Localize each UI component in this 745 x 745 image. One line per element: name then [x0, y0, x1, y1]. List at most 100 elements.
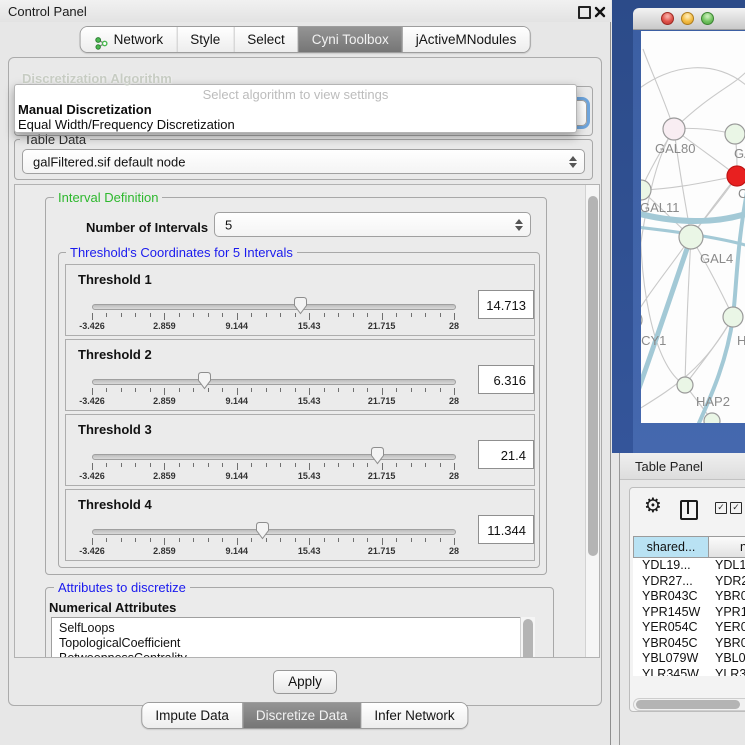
tab-discretize-data[interactable]: Discretize Data [242, 703, 361, 728]
checkbox-icon[interactable]: ✓ [715, 502, 727, 514]
table-data-combo[interactable]: galFiltered.sif default node [22, 149, 585, 174]
minor-tick [295, 388, 296, 392]
cell-name: YBR0 [715, 636, 745, 650]
tick-label: 9.144 [215, 471, 259, 481]
minor-tick [150, 538, 151, 542]
control-panel-window: Control Panel NetworkStyleSelectCyni Too… [0, 0, 611, 745]
network-canvas[interactable]: GAL80GACGAL11GAL4GCY1HHAP2 [641, 31, 745, 423]
table-row[interactable]: YBR045CYBR0 [633, 636, 745, 652]
major-tick [454, 538, 455, 545]
tab-cyni-toolbox[interactable]: Cyni Toolbox [298, 27, 402, 52]
table-data-combo-value: galFiltered.sif default node [33, 154, 185, 169]
threshold-label: Threshold 1 [78, 272, 152, 287]
minor-tick [222, 388, 223, 392]
network-node[interactable] [677, 377, 693, 393]
zoom-traffic-light-icon[interactable] [701, 12, 714, 25]
tick-label: 28 [432, 321, 476, 331]
threshold-value-field[interactable]: 11.344 [478, 515, 534, 544]
minor-tick [251, 463, 252, 467]
algorithm-option-equal-width-frequency-discretization[interactable]: Equal Width/Frequency Discretization [18, 117, 235, 132]
network-edge[interactable] [691, 237, 733, 317]
tab-label: Impute Data [155, 703, 229, 728]
slider-track[interactable] [92, 529, 456, 535]
attribute-item-betweennesscentrality[interactable]: BetweennessCentrality [52, 651, 533, 658]
network-edge[interactable] [641, 176, 737, 190]
network-node[interactable] [663, 118, 685, 140]
combo-stepper-icon [569, 156, 577, 168]
network-node[interactable] [727, 166, 745, 186]
tab-network[interactable]: Network [81, 27, 177, 52]
column-header-name[interactable]: n [709, 536, 745, 558]
threshold-value-field[interactable]: 14.713 [478, 290, 534, 319]
close-icon[interactable] [594, 5, 606, 17]
checkbox-icon[interactable]: ✓ [730, 502, 742, 514]
network-view-window: GAL80GACGAL11GAL4GCY1HHAP2 [633, 8, 745, 453]
table-row[interactable]: YBL079WYBL0 [633, 651, 745, 667]
column-header-shared-name[interactable]: shared... [633, 536, 709, 558]
table-row[interactable]: YLR345WYLR3 [633, 667, 745, 677]
major-tick [454, 388, 455, 395]
network-node[interactable] [679, 225, 703, 249]
close-traffic-light-icon[interactable] [661, 12, 674, 25]
tick-label: 9.144 [215, 396, 259, 406]
slider-thumb[interactable] [255, 521, 270, 540]
number-of-intervals-combo[interactable]: 5 [214, 212, 531, 237]
tab-jactivemnodules[interactable]: jActiveMNodules [402, 27, 530, 52]
minor-tick [367, 388, 368, 392]
table-horizontal-scrollbar[interactable] [633, 698, 745, 711]
threshold-value-field[interactable]: 6.316 [478, 365, 534, 394]
tab-style[interactable]: Style [176, 27, 233, 52]
network-edge[interactable] [643, 49, 674, 129]
table-row[interactable]: YBR043CYBR0 [633, 589, 745, 605]
network-node[interactable] [723, 307, 743, 327]
network-node[interactable] [725, 124, 745, 144]
network-node[interactable] [641, 311, 642, 329]
tab-select[interactable]: Select [233, 27, 298, 52]
settings-scrollbar[interactable] [585, 185, 600, 657]
threshold-panel-4: Threshold 4-3.4262.8599.14415.4321.71528… [65, 489, 535, 561]
minor-tick [135, 463, 136, 467]
cell-shared-name: YBR043C [642, 589, 698, 603]
column-view-icon[interactable] [680, 500, 698, 520]
network-node[interactable] [704, 413, 720, 423]
algorithm-option-manual-discretization[interactable]: Manual Discretization [18, 102, 152, 117]
slider-thumb[interactable] [370, 446, 385, 465]
network-edge[interactable] [674, 71, 745, 129]
tick-label: 21.715 [360, 321, 404, 331]
minor-tick [295, 538, 296, 542]
minor-tick [251, 538, 252, 542]
minor-tick [396, 538, 397, 542]
table-row[interactable]: YER054CYER0 [633, 620, 745, 636]
slider-thumb[interactable] [293, 296, 308, 315]
table-row[interactable]: YPR145WYPR1 [633, 605, 745, 621]
network-edge[interactable] [641, 68, 745, 91]
minor-tick [338, 538, 339, 542]
minimize-traffic-light-icon[interactable] [681, 12, 694, 25]
discretization-algorithm-title: Discretization Algorithm [22, 71, 172, 86]
slider-track[interactable] [92, 379, 456, 385]
numerical-attributes-list[interactable]: SelfLoopsTopologicalCoefficientBetweenne… [51, 617, 534, 658]
slider-track[interactable] [92, 454, 456, 460]
node-label-c: C [738, 186, 745, 201]
attribute-item-topologicalcoefficient[interactable]: TopologicalCoefficient [52, 636, 533, 651]
tab-infer-network[interactable]: Infer Network [360, 703, 467, 728]
slider-thumb[interactable] [197, 371, 212, 390]
settings-scroll-area: Interval Definition Number of Intervals … [14, 184, 600, 658]
cell-shared-name: YLR345W [642, 667, 699, 677]
slider-track[interactable] [92, 304, 456, 310]
threshold-value-field[interactable]: 21.4 [478, 440, 534, 469]
gear-icon[interactable]: ⚙ [644, 496, 662, 516]
major-tick [382, 388, 383, 395]
minor-tick [106, 463, 107, 467]
tab-impute-data[interactable]: Impute Data [142, 703, 242, 728]
minor-tick [266, 388, 267, 392]
table-row[interactable]: YDL19...YDL1 [633, 558, 745, 574]
minor-tick [222, 313, 223, 317]
attributes-list-scrollbar[interactable] [520, 617, 535, 658]
network-edge-thick[interactable] [641, 237, 691, 399]
attribute-item-selfloops[interactable]: SelfLoops [52, 621, 533, 636]
table-row[interactable]: YDR27...YDR2 [633, 574, 745, 590]
major-tick [237, 313, 238, 320]
apply-button[interactable]: Apply [273, 670, 337, 694]
float-window-icon[interactable] [578, 6, 591, 19]
